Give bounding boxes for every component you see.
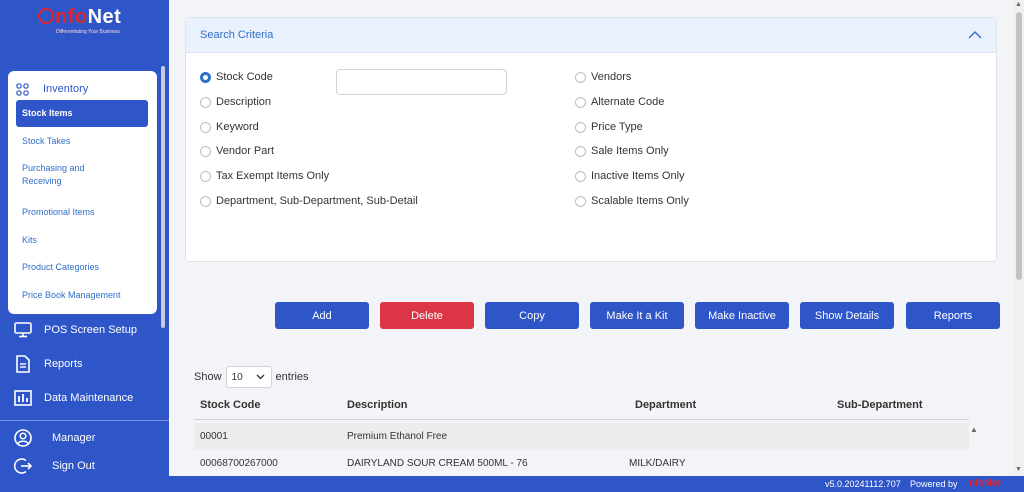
column-header-sub-department[interactable]: Sub-Department xyxy=(837,399,923,411)
nav-sign-out[interactable]: Sign Out xyxy=(13,455,95,477)
radio-empty-icon xyxy=(575,96,586,108)
logo-wordmark: nfoNet xyxy=(38,6,121,29)
radio-selected-icon xyxy=(200,71,211,83)
scroll-up-arrow-icon[interactable]: ▲ xyxy=(1015,1,1022,8)
sign-out-icon xyxy=(13,456,33,476)
radio-vendors[interactable]: Vendors xyxy=(575,71,631,83)
search-criteria-title: Search Criteria xyxy=(200,29,274,41)
inventory-panel: Inventory Stock Items Stock Takes Purcha… xyxy=(8,71,157,314)
radio-price-type[interactable]: Price Type xyxy=(575,121,643,133)
user-icon xyxy=(13,428,33,448)
column-header-description[interactable]: Description xyxy=(347,399,408,411)
chevron-up-icon[interactable] xyxy=(968,29,982,41)
radio-empty-icon xyxy=(575,195,586,207)
radio-tax-exempt[interactable]: Tax Exempt Items Only xyxy=(200,170,329,182)
radio-sale-items[interactable]: Sale Items Only xyxy=(575,145,669,157)
scroll-down-arrow-icon[interactable]: ▼ xyxy=(1015,466,1022,473)
cell-stock-code: 00001 xyxy=(200,431,228,442)
nav-reports[interactable]: Reports xyxy=(13,353,83,375)
cell-department: MILK/DAIRY xyxy=(629,458,686,469)
footer-brand-logo: nfoNet xyxy=(969,478,1001,489)
sidebar-item-price-book-management[interactable]: Price Book Management xyxy=(16,289,148,302)
nav-data-maintenance[interactable]: Data Maintenance xyxy=(13,387,133,409)
radio-empty-icon xyxy=(200,195,211,207)
make-kit-button[interactable]: Make It a Kit xyxy=(590,302,684,329)
sidebar-scrollbar[interactable] xyxy=(161,66,165,328)
entries-select[interactable]: 10 xyxy=(225,366,272,388)
radio-alternate-code[interactable]: Alternate Code xyxy=(575,96,664,108)
footer-bar: v5.0.20241112.707 Powered by nfoNet xyxy=(169,476,1024,492)
search-criteria-card: Search Criteria Stock Code Description K… xyxy=(185,17,997,262)
cell-description: DAIRYLAND SOUR CREAM 500ML - 76 xyxy=(347,458,528,469)
delete-button[interactable]: Delete xyxy=(380,302,474,329)
page-scrollbar-thumb[interactable] xyxy=(1016,12,1022,280)
powered-by-text: Powered by xyxy=(910,479,958,489)
table-row[interactable]: 00068700267000 DAIRYLAND SOUR CREAM 500M… xyxy=(194,450,969,477)
radio-empty-icon xyxy=(575,121,586,133)
table-row[interactable]: 00001 Premium Ethanol Free xyxy=(194,423,969,450)
sidebar: nfoNet Differentiating Your Business Inv… xyxy=(0,0,169,492)
stock-code-input[interactable] xyxy=(336,69,507,95)
monitor-icon xyxy=(13,320,33,340)
radio-empty-icon xyxy=(200,170,211,182)
radio-empty-icon xyxy=(200,121,211,133)
radio-inactive-items[interactable]: Inactive Items Only xyxy=(575,170,685,182)
radio-vendor-part[interactable]: Vendor Part xyxy=(200,145,274,157)
nav-pos-screen-setup[interactable]: POS Screen Setup xyxy=(13,319,137,341)
sidebar-divider xyxy=(0,420,169,421)
table-scroll-up-icon[interactable]: ▲ xyxy=(970,425,978,434)
copy-button[interactable]: Copy xyxy=(485,302,579,329)
cell-stock-code: 00068700267000 xyxy=(200,458,278,469)
search-criteria-header[interactable]: Search Criteria xyxy=(186,18,996,53)
radio-keyword[interactable]: Keyword xyxy=(200,121,259,133)
cell-description: Premium Ethanol Free xyxy=(347,431,448,442)
chevron-down-icon xyxy=(256,374,264,380)
radio-scalable-items[interactable]: Scalable Items Only xyxy=(575,195,689,207)
radio-stock-code[interactable]: Stock Code xyxy=(200,71,273,83)
logo-i-circle-icon xyxy=(38,8,54,24)
radio-empty-icon xyxy=(575,170,586,182)
sidebar-item-product-categories[interactable]: Product Categories xyxy=(16,261,148,274)
show-entries-control: Show 10 entries xyxy=(194,366,309,388)
show-details-button[interactable]: Show Details xyxy=(800,302,894,329)
radio-department[interactable]: Department, Sub-Department, Sub-Detail xyxy=(200,195,418,207)
radio-empty-icon xyxy=(575,71,586,83)
apps-grid-icon xyxy=(16,82,29,96)
inventory-label: Inventory xyxy=(43,83,89,95)
reports-button[interactable]: Reports xyxy=(906,302,1000,329)
add-button[interactable]: Add xyxy=(275,302,369,329)
bar-chart-icon xyxy=(13,388,33,408)
make-inactive-button[interactable]: Make Inactive xyxy=(695,302,789,329)
radio-empty-icon xyxy=(575,145,586,157)
logo-tagline: Differentiating Your Business xyxy=(56,29,120,35)
document-icon xyxy=(13,354,33,374)
sidebar-item-purchasing-receiving[interactable]: Purchasing and Receiving xyxy=(16,162,126,188)
inventory-header[interactable]: Inventory xyxy=(16,81,88,97)
nav-manager[interactable]: Manager xyxy=(13,427,95,449)
radio-empty-icon xyxy=(200,96,211,108)
sidebar-item-stock-takes[interactable]: Stock Takes xyxy=(16,135,148,148)
sidebar-item-promotional-items[interactable]: Promotional Items xyxy=(16,206,148,219)
page-scrollbar[interactable]: ▲ ▼ xyxy=(1014,0,1024,476)
radio-description[interactable]: Description xyxy=(200,96,271,108)
sidebar-item-stock-items[interactable]: Stock Items xyxy=(16,100,148,127)
infonet-logo[interactable]: nfoNet Differentiating Your Business xyxy=(38,6,133,36)
sidebar-item-kits[interactable]: Kits xyxy=(16,234,148,247)
column-header-stock-code[interactable]: Stock Code xyxy=(200,399,261,411)
version-text: v5.0.20241112.707 xyxy=(825,479,901,489)
column-header-department[interactable]: Department xyxy=(635,399,696,411)
table-header-divider xyxy=(194,419,969,420)
radio-empty-icon xyxy=(200,145,211,157)
